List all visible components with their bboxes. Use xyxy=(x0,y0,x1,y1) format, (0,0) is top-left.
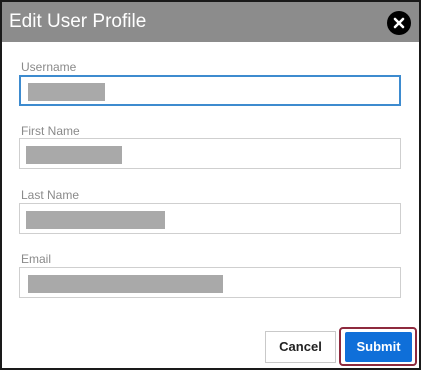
edit-user-profile-dialog: Edit User Profile Username First Name La… xyxy=(0,0,421,370)
submit-button[interactable]: Submit xyxy=(345,332,412,362)
dialog-title: Edit User Profile xyxy=(9,11,147,32)
redacted-value xyxy=(28,83,105,101)
close-icon xyxy=(393,17,405,29)
username-label: Username xyxy=(21,60,77,74)
redacted-value xyxy=(28,275,223,293)
cancel-button[interactable]: Cancel xyxy=(265,331,336,363)
first-name-label: First Name xyxy=(21,124,80,138)
first-name-input[interactable] xyxy=(19,138,401,169)
email-label: Email xyxy=(21,252,52,266)
last-name-label: Last Name xyxy=(21,188,80,202)
close-button[interactable] xyxy=(387,11,411,35)
dialog-titlebar: Edit User Profile xyxy=(2,2,419,42)
username-input[interactable] xyxy=(19,75,401,106)
last-name-input[interactable] xyxy=(19,203,401,234)
redacted-value xyxy=(26,211,165,229)
redacted-value xyxy=(26,146,122,164)
email-input[interactable] xyxy=(19,267,401,298)
